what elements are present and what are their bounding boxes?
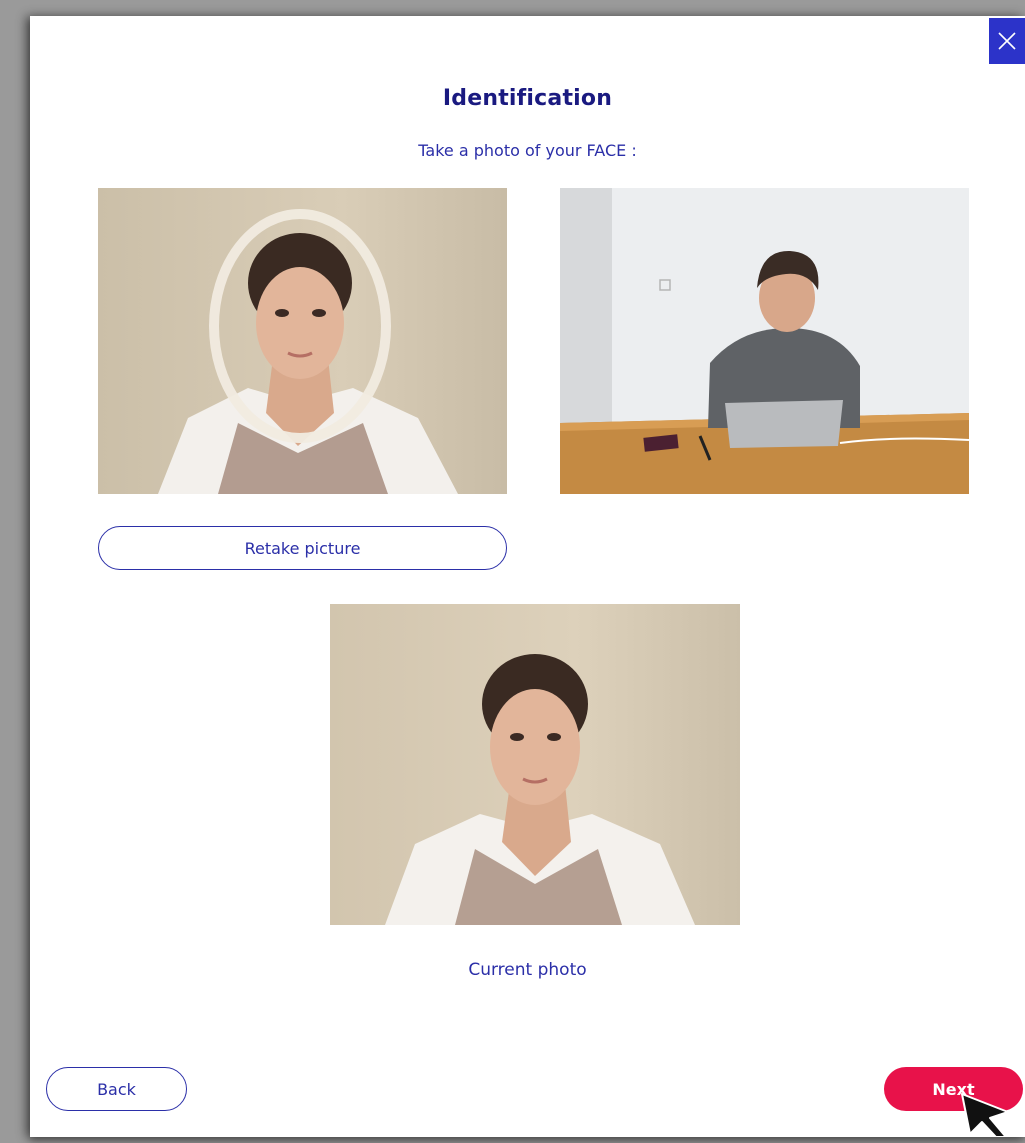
current-photo-caption: Current photo xyxy=(468,960,587,980)
current-photo xyxy=(330,604,740,925)
example-photo xyxy=(560,188,969,494)
dialog-title: Identification xyxy=(442,86,613,111)
retake-picture-button[interactable]: Retake picture xyxy=(98,526,507,570)
close-icon xyxy=(998,32,1016,50)
camera-preview xyxy=(98,188,507,494)
instruction-text: Take a photo of your FACE : xyxy=(418,141,637,160)
mouse-pointer-icon xyxy=(961,1093,1009,1137)
back-button[interactable]: Back xyxy=(46,1067,187,1111)
close-button[interactable] xyxy=(989,18,1025,64)
identification-dialog: Identification Take a photo of your FACE… xyxy=(30,16,1025,1137)
